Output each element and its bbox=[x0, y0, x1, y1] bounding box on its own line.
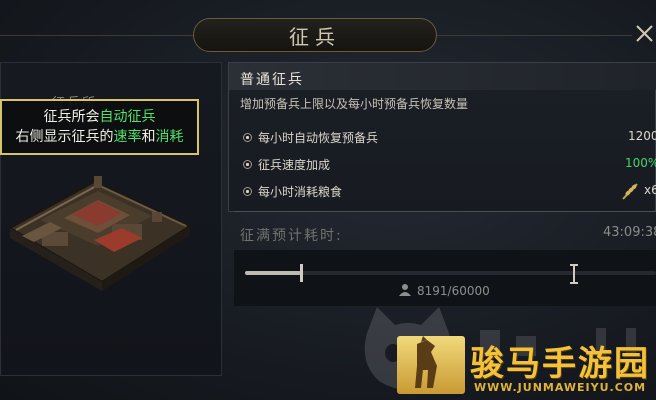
header-divider-left bbox=[0, 35, 193, 36]
slider-marker-icon[interactable] bbox=[567, 262, 581, 286]
bullet-icon bbox=[243, 133, 252, 142]
slider-handle[interactable] bbox=[300, 264, 303, 282]
info-divider bbox=[234, 211, 656, 212]
stat-row: 征兵速度加成 100% bbox=[240, 155, 656, 175]
recruit-tooltip: 征兵所会自动征兵 右侧显示征兵的速率和消耗 bbox=[0, 99, 199, 155]
brand-logo bbox=[397, 336, 465, 394]
tooltip-highlight: 自动征兵 bbox=[99, 109, 156, 125]
barracks-building-illustration bbox=[7, 176, 193, 291]
tooltip-line-2: 右侧显示征兵的速率和消耗 bbox=[16, 127, 184, 147]
brand-name: 骏马手游园 bbox=[470, 344, 650, 384]
stat-value: 1200 bbox=[628, 129, 656, 143]
time-value: 43:09:38 bbox=[603, 225, 656, 240]
page-title: 征兵 bbox=[289, 24, 341, 49]
tooltip-highlight: 消耗 bbox=[155, 129, 184, 145]
brand-url: WWW.JUNMAWEIYU.COM bbox=[474, 381, 647, 394]
grain-icon bbox=[622, 183, 638, 200]
tooltip-highlight: 速率 bbox=[113, 129, 142, 145]
recruit-type-title: 普通征兵 bbox=[240, 72, 304, 88]
recruit-description: 增加预备兵上限以及每小时预备兵恢复数量 bbox=[240, 97, 469, 111]
bullet-icon bbox=[243, 160, 252, 169]
header-divider-right bbox=[437, 35, 632, 36]
stat-label: 每小时消耗粮食 bbox=[258, 185, 343, 199]
horse-icon bbox=[415, 336, 437, 388]
tooltip-text: 右侧显示征兵的 bbox=[15, 129, 114, 145]
recruit-slider[interactable] bbox=[245, 271, 656, 275]
title-bar: 征兵 bbox=[193, 18, 437, 52]
tooltip-line-1: 征兵所会自动征兵 bbox=[44, 107, 156, 127]
close-icon[interactable] bbox=[633, 22, 656, 45]
tooltip-text: 征兵所会 bbox=[43, 109, 100, 125]
tooltip-text: 和 bbox=[141, 129, 156, 145]
bullet-icon bbox=[243, 187, 252, 196]
time-label: 征满预计耗时: bbox=[240, 228, 343, 244]
soldier-icon bbox=[399, 284, 411, 296]
recruit-progress-fill bbox=[245, 271, 301, 275]
stat-row: 每小时消耗粮食 x6 bbox=[240, 182, 656, 202]
stat-label: 每小时自动恢复预备兵 bbox=[258, 131, 379, 145]
stat-label: 征兵速度加成 bbox=[258, 158, 331, 172]
stat-row: 每小时自动恢复预备兵 1200 bbox=[240, 128, 656, 148]
stat-value: 100% bbox=[625, 156, 656, 170]
stat-value: x6 bbox=[644, 183, 656, 197]
reserve-count: 8191/60000 bbox=[417, 284, 490, 298]
